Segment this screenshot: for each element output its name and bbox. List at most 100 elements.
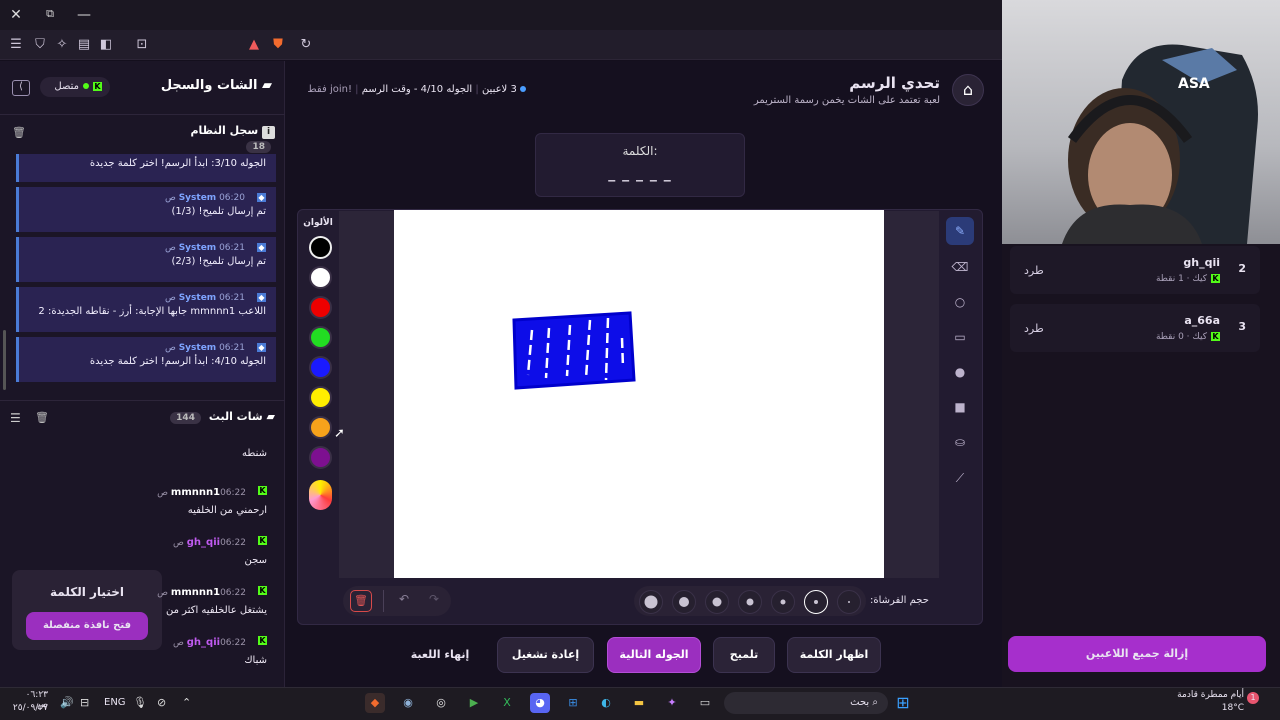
file-explorer-icon[interactable]: ▬ [629,693,649,713]
message-user[interactable]: gh_qii [187,537,220,548]
store-icon[interactable]: ⊞ [563,693,583,713]
hint-button[interactable]: تلميح [713,637,775,673]
chat-message: Kmmnnn106:22 ص يشتغل عالخلفيه اكثر من [0,580,275,616]
kick-player-button[interactable]: طرد [1024,322,1044,335]
windows-start-icon[interactable]: ⊞ [893,693,913,713]
player-name: a_66a [1184,314,1220,327]
taskbar-search[interactable]: ⌕ بحث [724,692,888,714]
rectangle-tool-icon[interactable]: ▭ [946,323,974,351]
color-swatch[interactable] [309,416,332,439]
clear-canvas-icon[interactable]: 🗑 [350,590,372,612]
kick-icon: K [93,81,102,91]
show-word-button[interactable]: اظهار الكلمة [787,637,881,673]
circle-tool-icon[interactable]: ○ [946,288,974,316]
tray-expand-icon[interactable]: ⌃ [182,696,191,709]
home-icon[interactable]: ⌂ [952,74,984,106]
brave-shield-icon[interactable]: ⛊ [270,37,286,53]
shield-icon[interactable]: ⛉ [32,37,48,53]
delete-log-icon[interactable]: 🗑 [12,126,26,139]
sidebar-icon[interactable]: ◧ [98,37,114,53]
discord-icon[interactable]: ◕ [530,693,550,713]
minimize-icon[interactable]: — [76,7,92,23]
end-game-button[interactable]: إنهاء اللعبة [400,648,480,661]
next-round-button[interactable]: الجوله التالية [607,637,701,673]
collapse-panel-icon[interactable]: ⟨ [12,80,30,96]
message-text: تم إرسال تلميح! (1/3) [171,206,266,217]
canvas-background [394,210,884,578]
screenshot-icon[interactable]: ⊡ [134,37,150,53]
rewards-icon[interactable]: ▲ [246,37,262,53]
restart-button[interactable]: إعادة تشغيل [497,637,594,673]
message-user: System [178,193,217,203]
color-swatch[interactable] [309,386,332,409]
clear-chat-icon[interactable]: 🗑 [35,411,49,424]
panel-title: ▰ الشات والسجل [160,78,272,93]
undo-icon[interactable]: ↶ [395,592,413,610]
log-scrollbar[interactable] [3,330,6,390]
copilot-icon[interactable]: ✦ [662,693,682,713]
webcam-overlay: ASA [1002,0,1280,244]
filled-circle-tool-icon[interactable]: ● [946,358,974,386]
drawing-canvas[interactable] [394,210,884,578]
edge-icon[interactable]: ◐ [596,693,616,713]
brush-size-option[interactable] [837,590,861,614]
message-user[interactable]: mmnnn1 [171,487,220,498]
player-platform: كيك [1192,274,1207,284]
word-label: الكلمة: [622,144,658,158]
color-swatch[interactable] [309,236,332,259]
custom-color-picker[interactable] [309,480,332,510]
app-green-icon[interactable]: ▶ [464,693,484,713]
menu-icon[interactable]: ☰ [8,37,24,53]
notification-badge[interactable]: 1 [1247,692,1259,704]
color-swatch[interactable] [309,296,332,319]
fill-bucket-tool-icon[interactable]: ⛀ [946,428,974,456]
brush-size-option[interactable] [738,590,762,614]
obs-icon[interactable]: ◎ [431,693,451,713]
volume-icon[interactable]: 🔊 [60,696,74,709]
language-indicator[interactable]: ENG [104,697,126,708]
filter-icon[interactable]: ☰ [10,411,21,425]
network-icon[interactable]: ⊟ [80,696,89,709]
system-log-header: i سجل النظام 18 [160,124,275,153]
message-text: اللاعب mmnnn1 جابها الإجابة: أرز - نقاطه… [38,306,266,317]
divider [0,114,285,115]
color-swatch[interactable] [309,266,332,289]
connection-status: K متصل [40,77,110,97]
chat-bubble-icon: ▰ [266,410,275,423]
redo-icon[interactable]: ↷ [425,592,443,610]
excel-icon[interactable]: X [497,693,517,713]
color-swatch[interactable] [309,446,332,469]
player-points: 1 نقطة [1155,274,1184,284]
player-name: gh_qii [1183,256,1220,269]
color-swatch[interactable] [309,326,332,349]
brush-size-option[interactable] [804,590,828,614]
extensions-icon[interactable]: ✧ [54,37,70,53]
remove-all-players-button[interactable]: إزالة جميع اللاعبين [1008,636,1266,672]
brush-size-option[interactable] [672,590,696,614]
pen-tool-icon[interactable]: ✎ [946,217,974,245]
message-text: الجوله 4/10: ابدأ الرسم! اختر كلمة جديدة [89,356,266,367]
location-off-icon[interactable]: ⊘ [157,696,166,709]
microphone-icon[interactable]: 🎙 [133,696,147,709]
brush-size-option[interactable] [639,590,663,614]
player-row: 2 gh_qii Kكيك · 1 نقطة طرد [1010,246,1260,294]
message-user[interactable]: gh_qii [187,637,220,648]
steam-icon[interactable]: ◉ [398,693,418,713]
close-icon[interactable]: ✕ [8,7,24,23]
maximize-icon[interactable]: ⧉ [42,7,58,21]
message-meta: ◆System 06:20 ص [29,193,266,203]
message-user[interactable]: mmnnn1 [171,587,220,598]
brush-size-option[interactable] [705,590,729,614]
line-tool-icon[interactable]: ⟋ [946,464,974,492]
kick-player-button[interactable]: طرد [1024,264,1044,277]
message-user: System [178,343,217,353]
filled-rectangle-tool-icon[interactable]: ■ [946,393,974,421]
wallet-icon[interactable]: ▤ [76,37,92,53]
status-dot-icon [520,86,526,92]
eraser-tool-icon[interactable]: ⌫ [946,253,974,281]
reload-icon[interactable]: ↻ [298,37,314,53]
brave-taskbar-icon[interactable]: ◆ [365,693,385,713]
color-swatch[interactable] [309,356,332,379]
terminal-icon[interactable]: ▭ [695,693,715,713]
brush-size-option[interactable] [771,590,795,614]
